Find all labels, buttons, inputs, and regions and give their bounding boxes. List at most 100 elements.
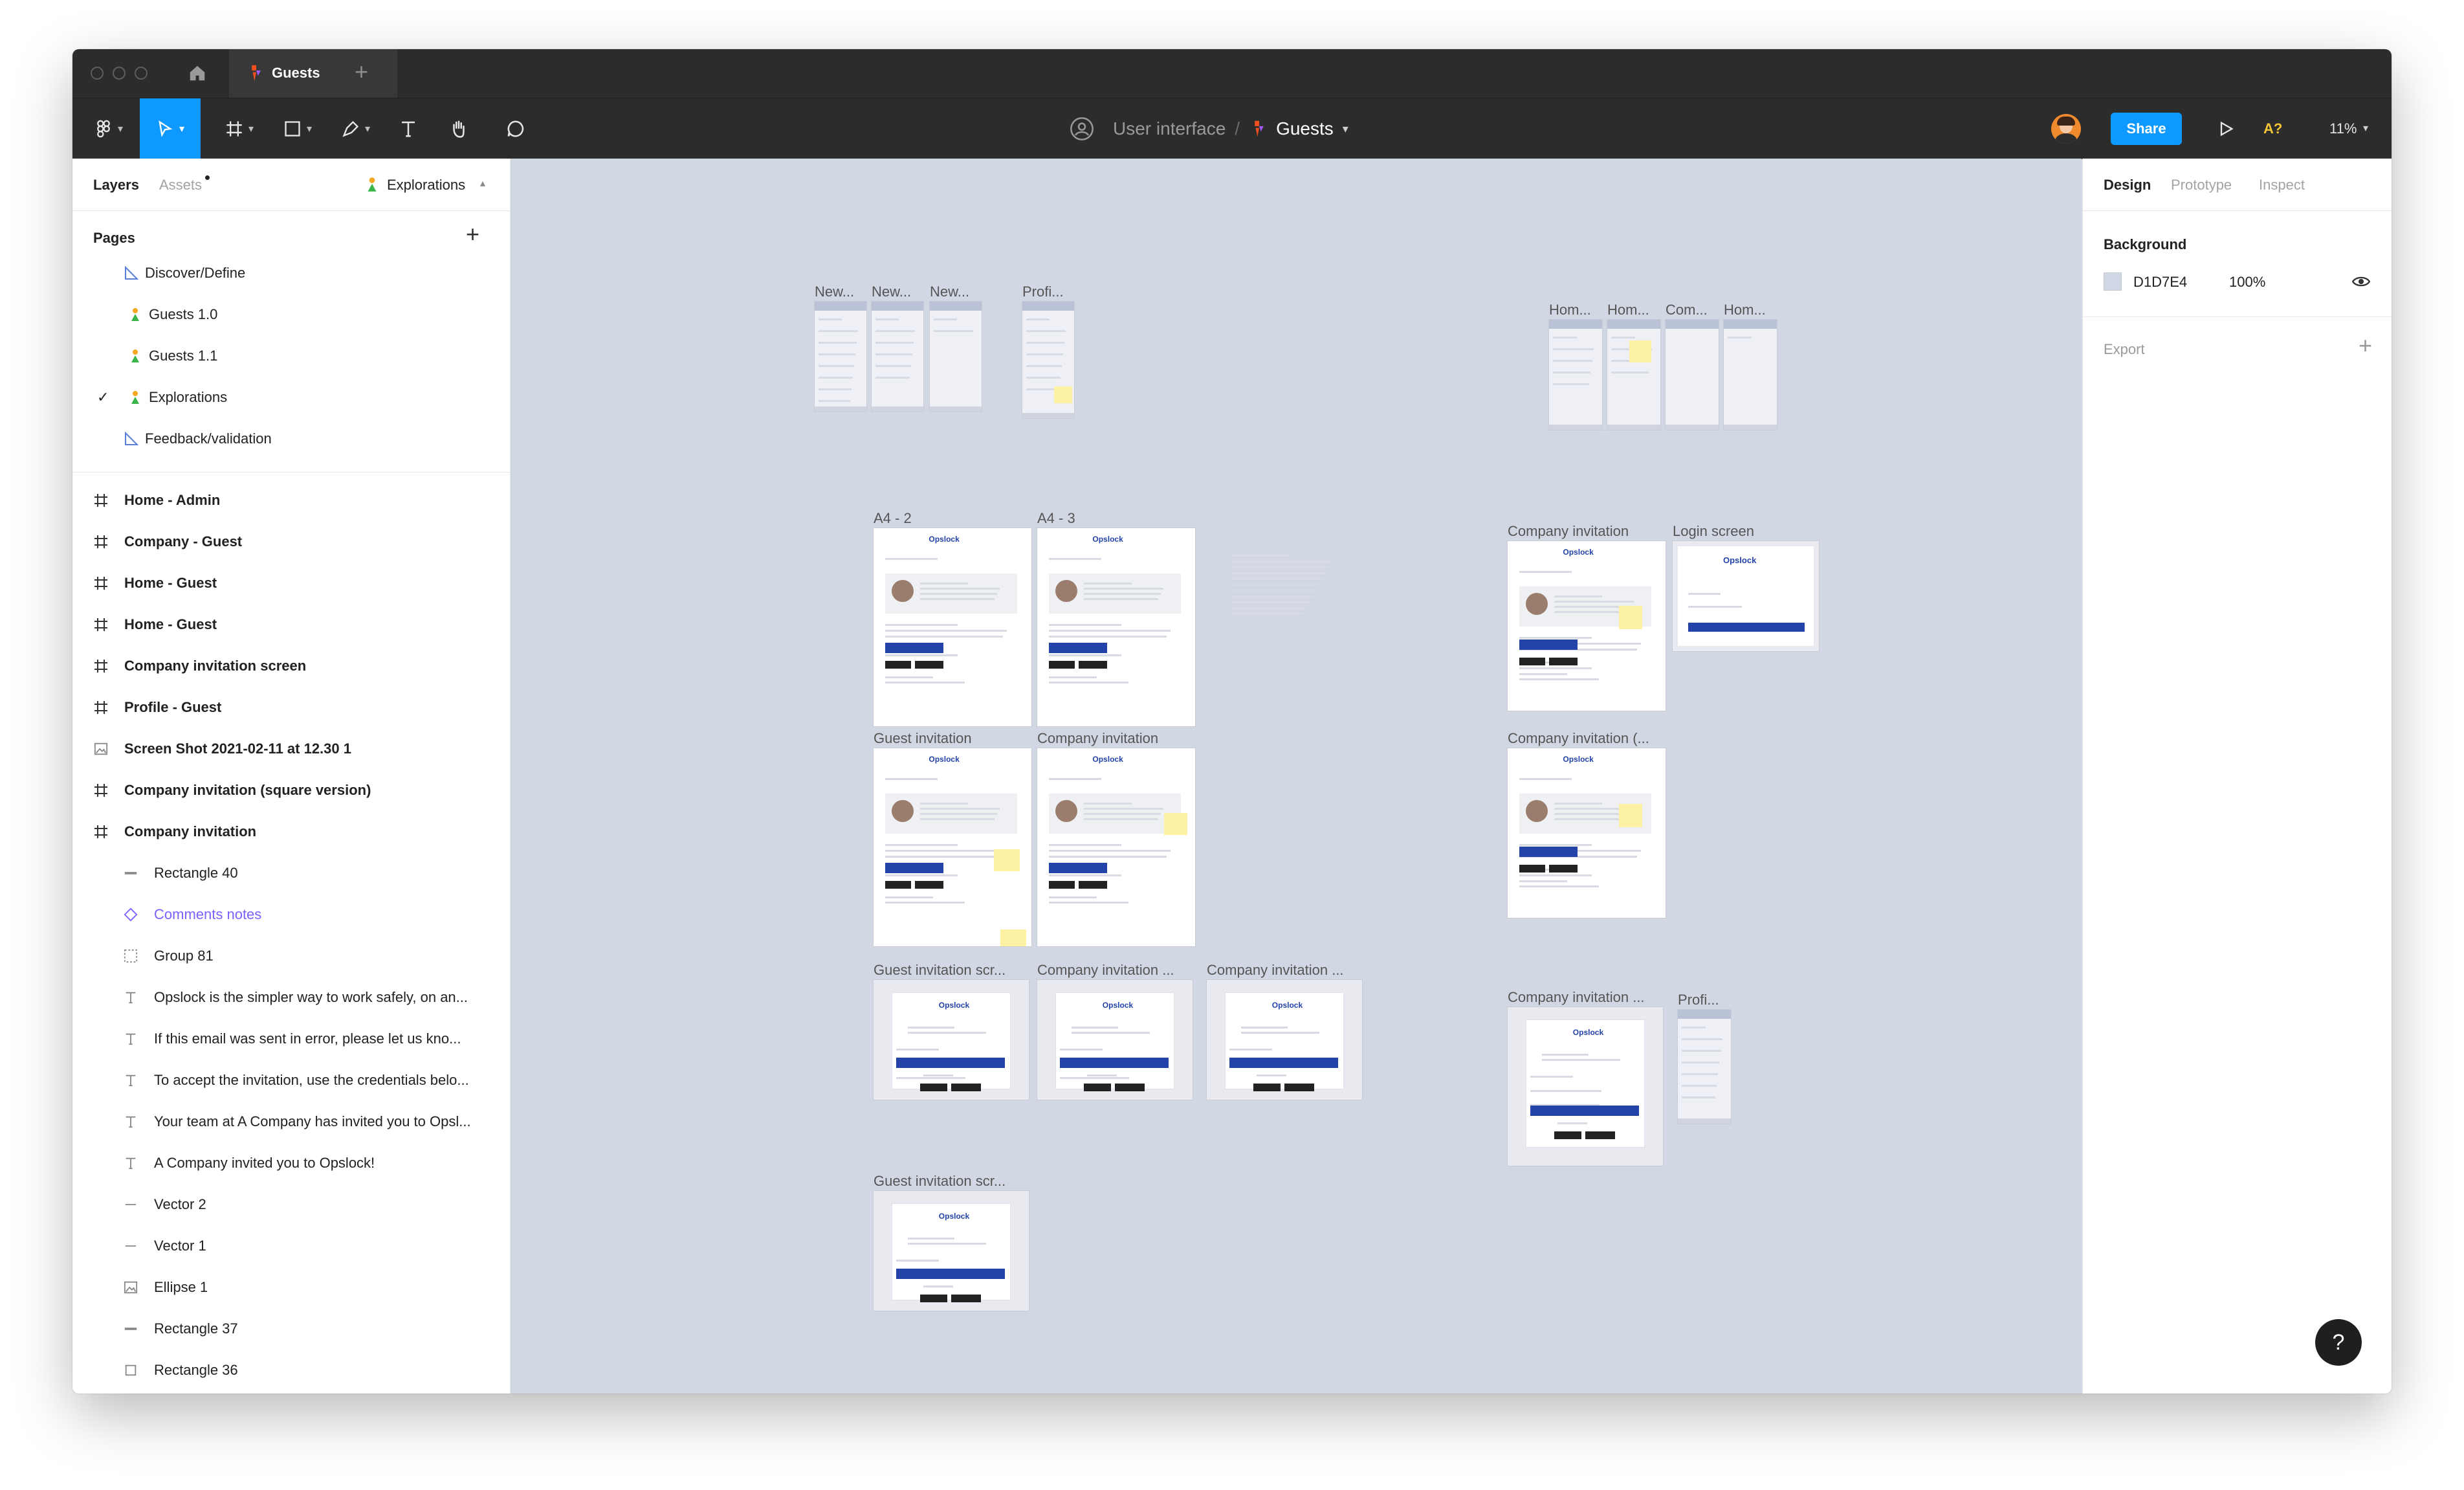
layer-row[interactable]: Company invitation (square version) — [72, 770, 510, 811]
frame-label[interactable]: Guest invitation scr... — [874, 1173, 1006, 1190]
background-swatch[interactable] — [2104, 272, 2122, 291]
zoom-level[interactable]: 11% — [2329, 120, 2357, 137]
layer-row[interactable]: Screen Shot 2021-02-11 at 12.30 1 — [72, 728, 510, 770]
layer-row[interactable]: Company invitation screen — [72, 645, 510, 687]
comment-tool-button[interactable] — [500, 98, 532, 159]
frame-label[interactable]: Company invitation ... — [1207, 962, 1344, 979]
chevron-down-icon[interactable]: ▾ — [2363, 122, 2368, 135]
email-frame[interactable]: Opslock — [1037, 528, 1195, 726]
frame-label[interactable]: New... — [872, 284, 911, 300]
layer-row[interactable]: Company invitation — [72, 811, 510, 852]
tab-design[interactable]: Design — [2104, 177, 2151, 194]
design-canvas[interactable]: New... New... New... Profi... Hom... Hom... Co… — [511, 159, 2082, 1394]
frame-label[interactable]: Company invitation (... — [1508, 730, 1649, 747]
page-item-guests-1-1[interactable]: Guests 1.1 — [128, 348, 217, 364]
file-name[interactable]: Guests — [1276, 118, 1334, 139]
share-button[interactable]: Share — [2111, 113, 2182, 145]
layer-row[interactable]: Opslock is the simpler way to work safel… — [72, 977, 510, 1018]
layer-row[interactable]: Vector 1 — [72, 1225, 510, 1267]
login-frame[interactable]: Opslock — [1673, 541, 1819, 651]
frame-label[interactable]: Hom... — [1607, 302, 1649, 318]
frame-label[interactable]: Guest invitation scr... — [874, 962, 1006, 979]
user-avatar[interactable] — [2051, 114, 2081, 144]
screen-frame[interactable]: Opslock — [1207, 980, 1362, 1100]
email-frame[interactable]: Opslock — [1508, 748, 1666, 918]
tab-inspect[interactable]: Inspect — [2259, 177, 2305, 194]
text-block[interactable] — [1231, 555, 1361, 626]
layer-row[interactable]: Ellipse 1 — [72, 1267, 510, 1308]
mobile-frame[interactable] — [1549, 320, 1602, 430]
text-tool-button[interactable] — [392, 98, 424, 159]
page-item-feedback-validation[interactable]: Feedback/validation — [124, 430, 272, 447]
layer-row[interactable]: Company - Guest — [72, 521, 510, 562]
mobile-frame[interactable] — [930, 302, 982, 412]
close-window-icon[interactable] — [91, 67, 104, 80]
team-avatar-icon[interactable] — [1069, 116, 1095, 142]
frame-label[interactable]: Company invitation — [1508, 523, 1629, 540]
page-item-discover-define[interactable]: Discover/Define — [124, 265, 245, 282]
page-item-explorations[interactable]: Explorations — [128, 389, 227, 406]
layer-row[interactable]: Home - Guest — [72, 604, 510, 645]
screen-frame[interactable]: Opslock — [1037, 980, 1193, 1100]
shape-tool-button[interactable]: ▾ — [272, 98, 324, 159]
frame-label[interactable]: New... — [815, 284, 854, 300]
screen-frame[interactable]: Opslock — [874, 980, 1029, 1100]
frame-label[interactable]: Company invitation ... — [1508, 989, 1645, 1006]
frame-label[interactable]: Profi... — [1678, 992, 1719, 1008]
email-frame[interactable]: Opslock — [874, 748, 1031, 946]
tab-prototype[interactable]: Prototype — [2171, 177, 2232, 194]
new-tab-button[interactable]: + — [355, 58, 368, 85]
frame-label[interactable]: Hom... — [1724, 302, 1766, 318]
background-hex[interactable]: D1D7E4 — [2133, 274, 2187, 291]
page-item-guests-1-0[interactable]: Guests 1.0 — [128, 306, 217, 323]
layer-row[interactable]: Rectangle 36 — [72, 1350, 510, 1391]
layer-row[interactable]: Home - Admin — [72, 480, 510, 521]
page-selector[interactable]: Explorations — [387, 177, 465, 194]
mobile-frame[interactable] — [815, 302, 866, 412]
email-frame[interactable]: Opslock — [1508, 541, 1666, 711]
mobile-frame[interactable] — [1666, 320, 1719, 430]
home-icon[interactable] — [188, 63, 207, 83]
layer-row[interactable]: To accept the invitation, use the creden… — [72, 1060, 510, 1101]
eye-icon[interactable] — [2352, 274, 2370, 289]
zoom-window-icon[interactable] — [135, 67, 148, 80]
layer-row[interactable]: A Company invited you to Opslock! — [72, 1142, 510, 1184]
frame-label[interactable]: Profi... — [1022, 284, 1064, 300]
email-frame[interactable]: Opslock — [874, 528, 1031, 726]
frame-label[interactable]: Guest invitation — [874, 730, 972, 747]
minimize-window-icon[interactable] — [113, 67, 126, 80]
file-tab[interactable]: Guests — [229, 49, 397, 98]
move-tool-button[interactable]: ▾ — [140, 98, 201, 159]
tab-layers[interactable]: Layers — [93, 177, 139, 194]
present-play-icon[interactable] — [2217, 120, 2235, 138]
frame-label[interactable]: New... — [930, 284, 969, 300]
layer-row[interactable]: Your team at A Company has invited you t… — [72, 1101, 510, 1142]
layer-row[interactable]: Profile - Guest — [72, 687, 510, 728]
frame-tool-button[interactable]: ▾ — [214, 98, 265, 159]
chevron-up-icon[interactable]: ▴ — [480, 177, 485, 190]
add-export-button[interactable]: + — [2359, 332, 2372, 359]
mobile-frame[interactable] — [1607, 320, 1660, 430]
hand-tool-button[interactable] — [443, 98, 475, 159]
frame-label[interactable]: Company invitation — [1037, 730, 1158, 747]
project-name[interactable]: User interface — [1113, 118, 1226, 139]
layer-row[interactable]: Rectangle 37 — [72, 1308, 510, 1350]
mobile-frame[interactable] — [1724, 320, 1777, 430]
frame-label[interactable]: Hom... — [1549, 302, 1591, 318]
screen-frame[interactable]: Opslock — [1508, 1007, 1663, 1166]
frame-label[interactable]: A4 - 2 — [874, 510, 912, 527]
pen-tool-button[interactable]: ▾ — [330, 98, 382, 159]
chevron-down-icon[interactable]: ▾ — [1343, 122, 1348, 136]
layer-row[interactable]: Rectangle 40 — [72, 852, 510, 894]
frame-label[interactable]: Company invitation ... — [1037, 962, 1174, 979]
layer-row[interactable]: Group 81 — [72, 935, 510, 977]
layer-row[interactable]: If this email was sent in error, please … — [72, 1018, 510, 1060]
layer-row[interactable]: Home - Guest — [72, 562, 510, 604]
add-page-button[interactable]: + — [466, 221, 479, 248]
frame-label[interactable]: Login screen — [1673, 523, 1754, 540]
email-frame[interactable]: Opslock — [1037, 748, 1195, 946]
frame-label[interactable]: A4 - 3 — [1037, 510, 1075, 527]
screen-frame[interactable]: Opslock — [874, 1191, 1029, 1311]
tab-assets[interactable]: Assets — [159, 177, 202, 194]
frame-label[interactable]: Com... — [1666, 302, 1708, 318]
